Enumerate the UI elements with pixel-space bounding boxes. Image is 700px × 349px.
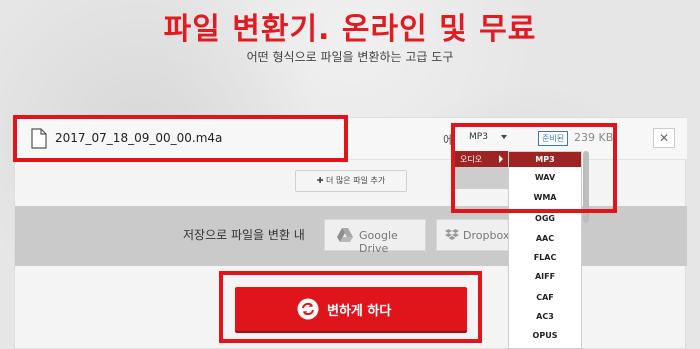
highlight-file-row — [13, 115, 348, 162]
format-item-flac[interactable]: FLAC — [509, 248, 581, 268]
format-item-aac[interactable]: AAC — [509, 229, 581, 249]
close-icon: ✕ — [658, 131, 670, 145]
page-title: 파일 변환기. 온라인 및 무료 — [163, 12, 537, 47]
google-drive-icon — [337, 228, 353, 242]
highlight-format-selector — [451, 123, 617, 213]
remove-file-button[interactable]: ✕ — [653, 128, 675, 148]
google-drive-label: Google Drive — [359, 229, 398, 255]
add-more-files-button[interactable]: ✚ 더 많은 파일 추가 — [295, 170, 407, 192]
page-subtitle: 어떤 형식으로 파일을 변환하는 고급 도구 — [246, 50, 454, 64]
format-item-opus[interactable]: OPUS — [509, 326, 581, 346]
format-item-ac3[interactable]: AC3 — [509, 307, 581, 327]
format-item-caf[interactable]: CAF — [509, 288, 581, 308]
google-drive-button[interactable]: Google Drive — [324, 219, 426, 255]
format-item-aiff[interactable]: AIFF — [509, 267, 581, 287]
save-destination-label: 저장으로 파일을 변환 내 — [183, 228, 305, 242]
highlight-convert-button — [219, 271, 482, 343]
